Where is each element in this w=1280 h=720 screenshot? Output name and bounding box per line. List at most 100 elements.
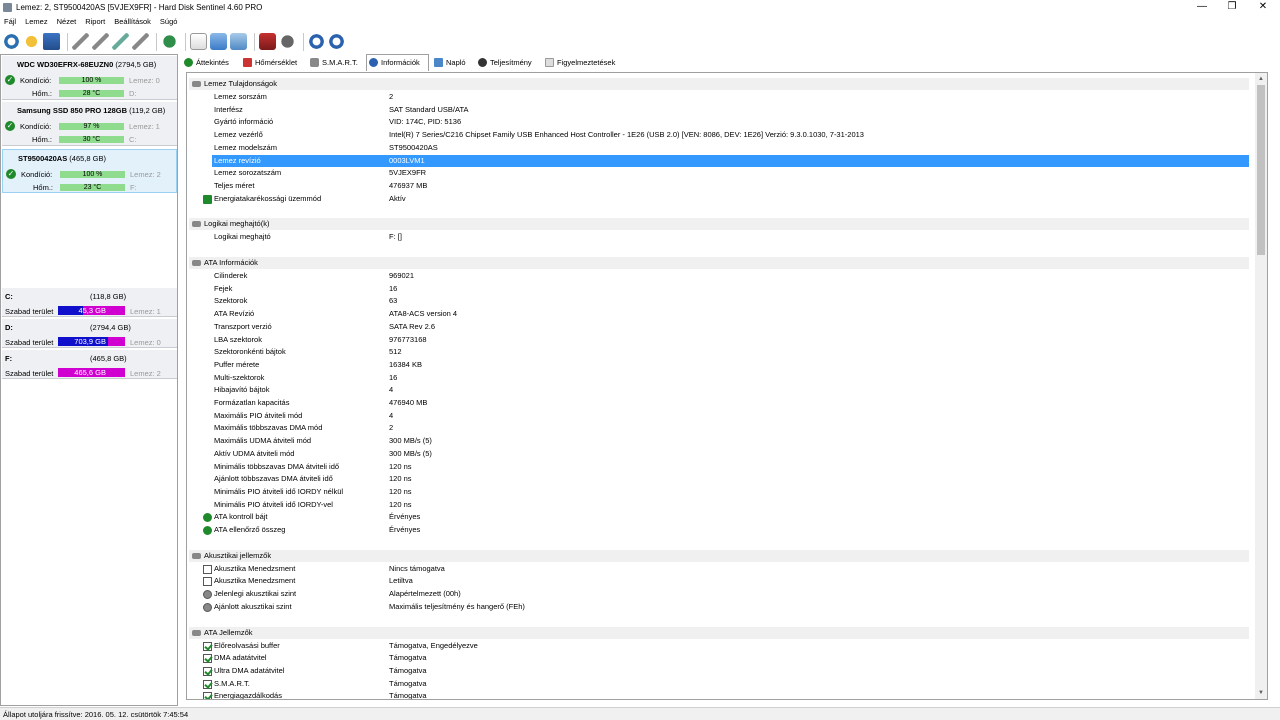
info-row[interactable]: Teljes méret 476937 MB [189,180,1249,192]
info-row[interactable]: Minimális PIO átviteli idő IORDY nélkül 1… [189,486,1249,498]
info-icon[interactable] [328,33,345,50]
property-value: 63 [389,296,398,306]
monitor-icon[interactable] [43,33,60,50]
help-icon[interactable] [308,33,325,50]
info-row[interactable]: Ajánlott akusztikai szint Maximális telje… [189,601,1249,613]
tab-smart[interactable]: S.M.A.R.T. [308,55,358,70]
info-row[interactable]: Lemez vezérlő Intel(R) 7 Series/C216 Chip… [189,129,1249,141]
refresh-icon[interactable] [3,33,20,50]
vertical-scrollbar[interactable]: ▲ ▼ [1255,73,1267,699]
toolbar-separator [156,32,157,51]
info-row[interactable]: ATA Revízió ATA8-ACS version 4 [189,308,1249,320]
info-row[interactable]: Maximális UDMA átviteli mód 300 MB/s (5) [189,435,1249,447]
info-row[interactable]: Energiagazdálkodás Támogatva [189,690,1249,699]
disk-tool-icon[interactable] [72,33,89,50]
property-name: DMA adatátvitel [214,653,267,663]
section-header[interactable]: Lemez Tulajdonságok [189,78,1249,90]
disk-info-icon[interactable] [132,33,149,50]
info-row[interactable]: LBA szektorok 976773168 [189,334,1249,346]
info-row[interactable]: Szektorok 63 [189,295,1249,307]
benchmark-icon[interactable] [259,33,276,50]
info-row[interactable]: Ultra DMA adatátvitel Támogatva [189,665,1249,677]
close-button[interactable]: ✕ [1248,0,1278,15]
menu-disk[interactable]: Lemez [25,16,48,28]
property-value: Alapértelmezett (00h) [389,589,461,599]
scroll-up-icon[interactable]: ▲ [1255,73,1267,85]
info-row[interactable]: Lemez revízió 0003LVM1 [189,154,1249,167]
volume-item-c[interactable]: C: (118,8 GB) Szabad terület 45,3 GB Lem… [2,288,177,317]
info-row[interactable]: Minimális PIO átviteli idő IORDY-vel 120 … [189,499,1249,511]
property-value: 2 [389,423,394,433]
property-value: 5VJEX9FR [389,168,427,178]
info-row[interactable]: Formázatlan kapacitás 476940 MB [189,397,1249,409]
info-row[interactable]: Jelenlegi akusztikai szint Alapértelmezet… [189,588,1249,600]
info-row[interactable]: Gyártó információ VID: 174C, PID: 5136 [189,116,1249,128]
disk-item-0[interactable]: WDC WD30EFRX-68EUZN0 (2794,5 GB) ✓ Kondí… [2,56,177,100]
alert-icon[interactable] [23,33,40,50]
maximize-button[interactable]: ❐ [1217,0,1247,15]
property-value: 300 MB/s (5) [389,448,432,458]
tab-temperature[interactable]: Hőmérséklet [241,55,297,70]
free-space-label: Szabad terület [5,338,54,347]
info-row[interactable]: ATA ellenőrző összeg Érvényes [189,524,1249,536]
info-row[interactable]: Ajánlott többszavas DMA átviteli idő 120 … [189,473,1249,485]
info-row[interactable]: Minimális többszavas DMA átviteli idő 120… [189,461,1249,473]
tab-overview[interactable]: Áttekintés [182,55,229,70]
tab-warnings[interactable]: Figyelmeztetések [543,55,615,70]
tab-performance[interactable]: Teljesítmény [476,55,532,70]
tab-log[interactable]: Napló [432,55,466,70]
info-row[interactable]: DMA adatátvitel Támogatva [189,652,1249,664]
section-header[interactable]: ATA Információk [189,257,1249,269]
info-row[interactable]: Multi-szektorok 16 [189,372,1249,384]
menu-help[interactable]: Súgó [160,16,178,28]
section-header[interactable]: Akusztikai jellemzők [189,549,1249,562]
tab-information[interactable]: Információk [366,54,429,71]
menu-settings[interactable]: Beállítások [114,16,151,28]
info-row[interactable]: ATA kontroll bájt Érvényes [189,511,1249,523]
volume-item-f[interactable]: F: (465,8 GB) Szabad terület 465,6 GB Le… [2,350,177,379]
info-row[interactable]: Maximális PIO átviteli mód 4 [189,410,1249,422]
info-row[interactable]: S.M.A.R.T. Támogatva [189,678,1249,690]
network-icon[interactable] [230,33,247,50]
disk-check-icon[interactable] [112,33,129,50]
free-space-value: 703,9 GB [74,337,106,346]
info-row[interactable]: Aktív UDMA átviteli mód 300 MB/s (5) [189,448,1249,460]
info-row[interactable]: Lemez modelszám ST9500420AS [189,142,1249,154]
info-row[interactable]: Lemez sorozatszám 5VJEX9FR [189,167,1249,179]
volume-item-d[interactable]: D: (2794,4 GB) Szabad terület 703,9 GB L… [2,319,177,348]
minimize-button[interactable]: — [1187,0,1217,15]
info-row[interactable]: Akusztika Menedzsment Nincs támogatva [189,563,1249,575]
info-row[interactable]: Cilinderek 969021 [189,270,1249,282]
info-row[interactable]: Akusztika Menedzsment Letiltva [189,575,1249,587]
disk-item-2[interactable]: ST9500420AS (465,8 GB) ✓ Kondíció: 100 %… [2,149,177,193]
menu-file[interactable]: Fájl [4,16,16,28]
info-row[interactable]: Energiatakarékossági üzemmód Aktív [189,193,1249,205]
info-row[interactable]: Szektoronkénti bájtok 512 [189,346,1249,358]
section-title: Lemez Tulajdonságok [204,79,277,88]
disk-item-1[interactable]: Samsung SSD 850 PRO 128GB (119,2 GB) ✓ K… [2,102,177,146]
section-header[interactable]: Logikai meghajtó(k) [189,218,1249,231]
menu-report[interactable]: Riport [85,16,105,28]
info-row[interactable]: Fejek 16 [189,283,1249,295]
volume-size: (2794,4 GB) [90,323,131,332]
info-row[interactable]: Logikai meghajtó F: [] [189,231,1249,243]
info-row[interactable]: Interfész SAT Standard USB/ATA [189,104,1249,116]
property-value: Intel(R) 7 Series/C216 Chipset Family US… [389,130,864,140]
section-header[interactable]: ATA Jellemzők [189,626,1249,639]
scrollbar-thumb[interactable] [1257,85,1265,255]
send-icon[interactable] [210,33,227,50]
info-row[interactable]: Transzport verzió SATA Rev 2.6 [189,321,1249,333]
info-row[interactable]: Hibajavító bájtok 4 [189,384,1249,396]
disk-test-icon[interactable] [92,33,109,50]
property-name: Lemez modelszám [214,142,277,152]
scroll-down-icon[interactable]: ▼ [1255,687,1267,699]
globe-icon[interactable] [161,33,178,50]
report-icon[interactable] [190,33,207,50]
info-row[interactable]: Puffer mérete 16384 KB [189,359,1249,371]
menu-view[interactable]: Nézet [57,16,77,28]
gear-icon[interactable] [279,33,296,50]
info-row[interactable]: Maximális többszavas DMA mód 2 [189,422,1249,434]
property-name: Akusztika Menedzsment [214,563,296,573]
info-row[interactable]: Lemez sorszám 2 [189,91,1249,103]
info-row[interactable]: Előreolvasási buffer Támogatva, Engedélye… [189,640,1249,652]
